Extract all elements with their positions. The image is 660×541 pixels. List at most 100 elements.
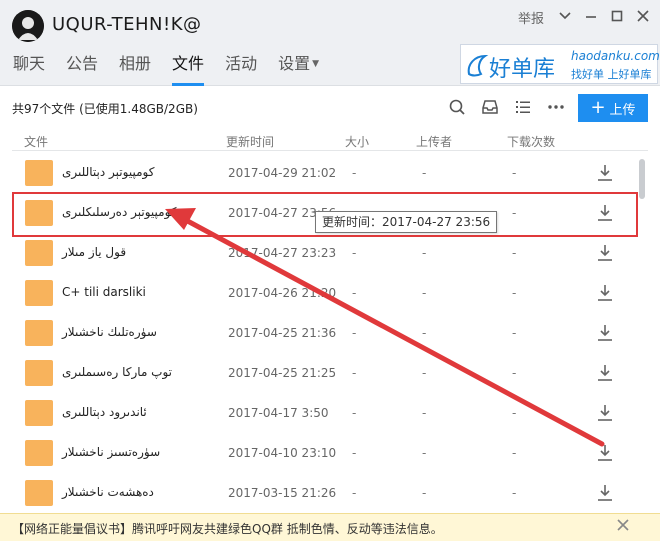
- ad-logo-icon: [467, 54, 489, 77]
- file-time: 2017-04-26 21:20: [228, 286, 337, 300]
- file-size: -: [352, 486, 357, 500]
- file-name: توپ ماركا رەسىملىرى: [62, 365, 173, 379]
- file-time: 2017-04-29 21:02: [228, 166, 337, 180]
- file-uploader: -: [422, 246, 427, 260]
- search-icon[interactable]: [448, 98, 466, 116]
- file-toolbar: 共97个文件 (已使用1.48GB/2GB) + 上传: [0, 87, 660, 127]
- file-name: سۈرەتلىك ناخشىلار: [62, 325, 157, 339]
- table-row[interactable]: دەھشەت ناخشىلار 2017-03-15 21:26 - - -: [12, 473, 636, 513]
- file-time: 2017-04-25 21:36: [228, 326, 337, 340]
- folder-icon: [25, 480, 53, 506]
- notice-title[interactable]: 【网络正能量倡议书】: [12, 522, 132, 536]
- file-uploader: -: [422, 486, 427, 500]
- scrollbar[interactable]: [638, 153, 646, 513]
- download-icon[interactable]: [597, 164, 613, 182]
- plus-icon: +: [590, 97, 606, 118]
- group-name: UQUR-TEHN!K@: [52, 14, 202, 35]
- notice-body: 腾讯呼吁网友共建绿色QQ群 抵制色情、反动等违法信息。: [132, 522, 443, 536]
- tab-chat[interactable]: 聊天: [13, 50, 45, 80]
- file-size: -: [352, 286, 357, 300]
- file-size: -: [352, 326, 357, 340]
- notice-text[interactable]: 【网络正能量倡议书】腾讯呼吁网友共建绿色QQ群 抵制色情、反动等违法信息。: [12, 520, 443, 537]
- notice-bar: 【网络正能量倡议书】腾讯呼吁网友共建绿色QQ群 抵制色情、反动等违法信息。: [0, 513, 660, 541]
- chevron-down-icon[interactable]: [558, 9, 572, 23]
- file-downloads: -: [512, 326, 517, 340]
- group-avatar[interactable]: [12, 10, 44, 42]
- tab-album[interactable]: 相册: [119, 50, 151, 80]
- file-name: ئاندىرود دېتاللىرى: [62, 405, 147, 419]
- download-icon[interactable]: [597, 444, 613, 462]
- table-row[interactable]: ئاندىرود دېتاللىرى 2017-04-17 3:50 - - -: [12, 393, 636, 433]
- download-icon[interactable]: [597, 364, 613, 382]
- file-uploader: -: [422, 326, 427, 340]
- table-row[interactable]: C+ tili darsliki 2017-04-26 21:20 - - -: [12, 273, 636, 313]
- upload-button[interactable]: + 上传: [578, 94, 648, 122]
- file-downloads: -: [512, 406, 517, 420]
- column-updated[interactable]: 更新时间: [226, 133, 274, 150]
- table-row[interactable]: كومپيوتېر دېتاللىرى 2017-04-29 21:02 - -…: [12, 153, 636, 193]
- table-row[interactable]: سۈرەتلىك ناخشىلار 2017-04-25 21:36 - - -: [12, 313, 636, 353]
- download-icon[interactable]: [597, 484, 613, 502]
- caret-down-icon: ▼: [312, 59, 320, 69]
- ad-slogan: 找好单 上好单库: [571, 68, 652, 81]
- folder-icon: [25, 200, 53, 226]
- folder-icon: [25, 400, 53, 426]
- file-size: -: [352, 406, 357, 420]
- column-downloads[interactable]: 下载次数: [507, 133, 555, 150]
- file-downloads: -: [512, 286, 517, 300]
- maximize-icon[interactable]: [610, 9, 624, 23]
- download-icon[interactable]: [597, 284, 613, 302]
- tooltip: 更新时间：2017-04-27 23:56: [315, 211, 498, 233]
- ad-banner[interactable]: 好单库 haodanku.com 找好单 上好单库: [460, 44, 660, 84]
- file-size: -: [352, 246, 357, 260]
- column-file[interactable]: 文件: [24, 133, 48, 150]
- download-icon[interactable]: [597, 204, 613, 222]
- table-row[interactable]: توپ ماركا رەسىملىرى 2017-04-25 21:25 - -…: [12, 353, 636, 393]
- file-downloads: -: [512, 246, 517, 260]
- download-icon[interactable]: [597, 244, 613, 262]
- file-time: 2017-04-27 23:23: [228, 246, 337, 260]
- file-uploader: -: [422, 366, 427, 380]
- file-size: -: [352, 366, 357, 380]
- more-icon[interactable]: [547, 98, 565, 116]
- file-downloads: -: [512, 446, 517, 460]
- file-downloads: -: [512, 486, 517, 500]
- folder-icon: [25, 280, 53, 306]
- file-name: سۈرەتسىز ناخشىلار: [62, 445, 161, 459]
- file-name: دەھشەت ناخشىلار: [62, 485, 154, 499]
- report-link[interactable]: 举报: [518, 8, 544, 27]
- download-icon[interactable]: [597, 324, 613, 342]
- file-name: كومپيوتېر دەرسلىكلىرى: [62, 205, 177, 219]
- file-time: 2017-04-25 21:25: [228, 366, 337, 380]
- table-row[interactable]: سۈرەتسىز ناخشىلار 2017-04-10 23:10 - - -: [12, 433, 636, 473]
- file-name: كومپيوتېر دېتاللىرى: [62, 165, 155, 179]
- file-time: 2017-03-15 21:26: [228, 486, 337, 500]
- tab-settings-label: 设置: [278, 54, 311, 73]
- folder-icon: [25, 240, 53, 266]
- minimize-icon[interactable]: [584, 9, 598, 23]
- table-header: 文件 更新时间 大小 上传者 下载次数: [12, 129, 648, 151]
- folder-icon: [25, 360, 53, 386]
- tab-bar: 聊天 公告 相册 文件 活动 设置 ▼: [0, 50, 327, 86]
- list-view-icon[interactable]: [514, 98, 532, 116]
- file-time: 2017-04-17 3:50: [228, 406, 329, 420]
- file-time: 2017-04-10 23:10: [228, 446, 337, 460]
- file-count: 共97个文件 (已使用1.48GB/2GB): [12, 102, 198, 116]
- scrollbar-thumb[interactable]: [639, 159, 645, 199]
- inbox-icon[interactable]: [481, 98, 499, 116]
- tab-files[interactable]: 文件: [172, 50, 205, 86]
- tab-settings[interactable]: 设置 ▼: [278, 50, 319, 80]
- file-size: -: [352, 166, 357, 180]
- close-icon[interactable]: [616, 518, 630, 532]
- ad-url: haodanku.com: [571, 49, 660, 63]
- window-header: UQUR-TEHN!K@ 举报 聊天 公告 相册 文件 活动 设置 ▼ 好单库 h…: [0, 0, 660, 86]
- column-size[interactable]: 大小: [345, 133, 369, 150]
- close-icon[interactable]: [636, 9, 650, 23]
- download-icon[interactable]: [597, 404, 613, 422]
- table-row[interactable]: قول ياز مىلار 2017-04-27 23:23 - - -: [12, 233, 636, 273]
- tab-activities[interactable]: 活动: [225, 50, 257, 80]
- tab-announcement[interactable]: 公告: [66, 50, 98, 80]
- file-list: كومپيوتېر دېتاللىرى 2017-04-29 21:02 - -…: [12, 153, 648, 513]
- column-uploader[interactable]: 上传者: [416, 133, 452, 150]
- folder-icon: [25, 440, 53, 466]
